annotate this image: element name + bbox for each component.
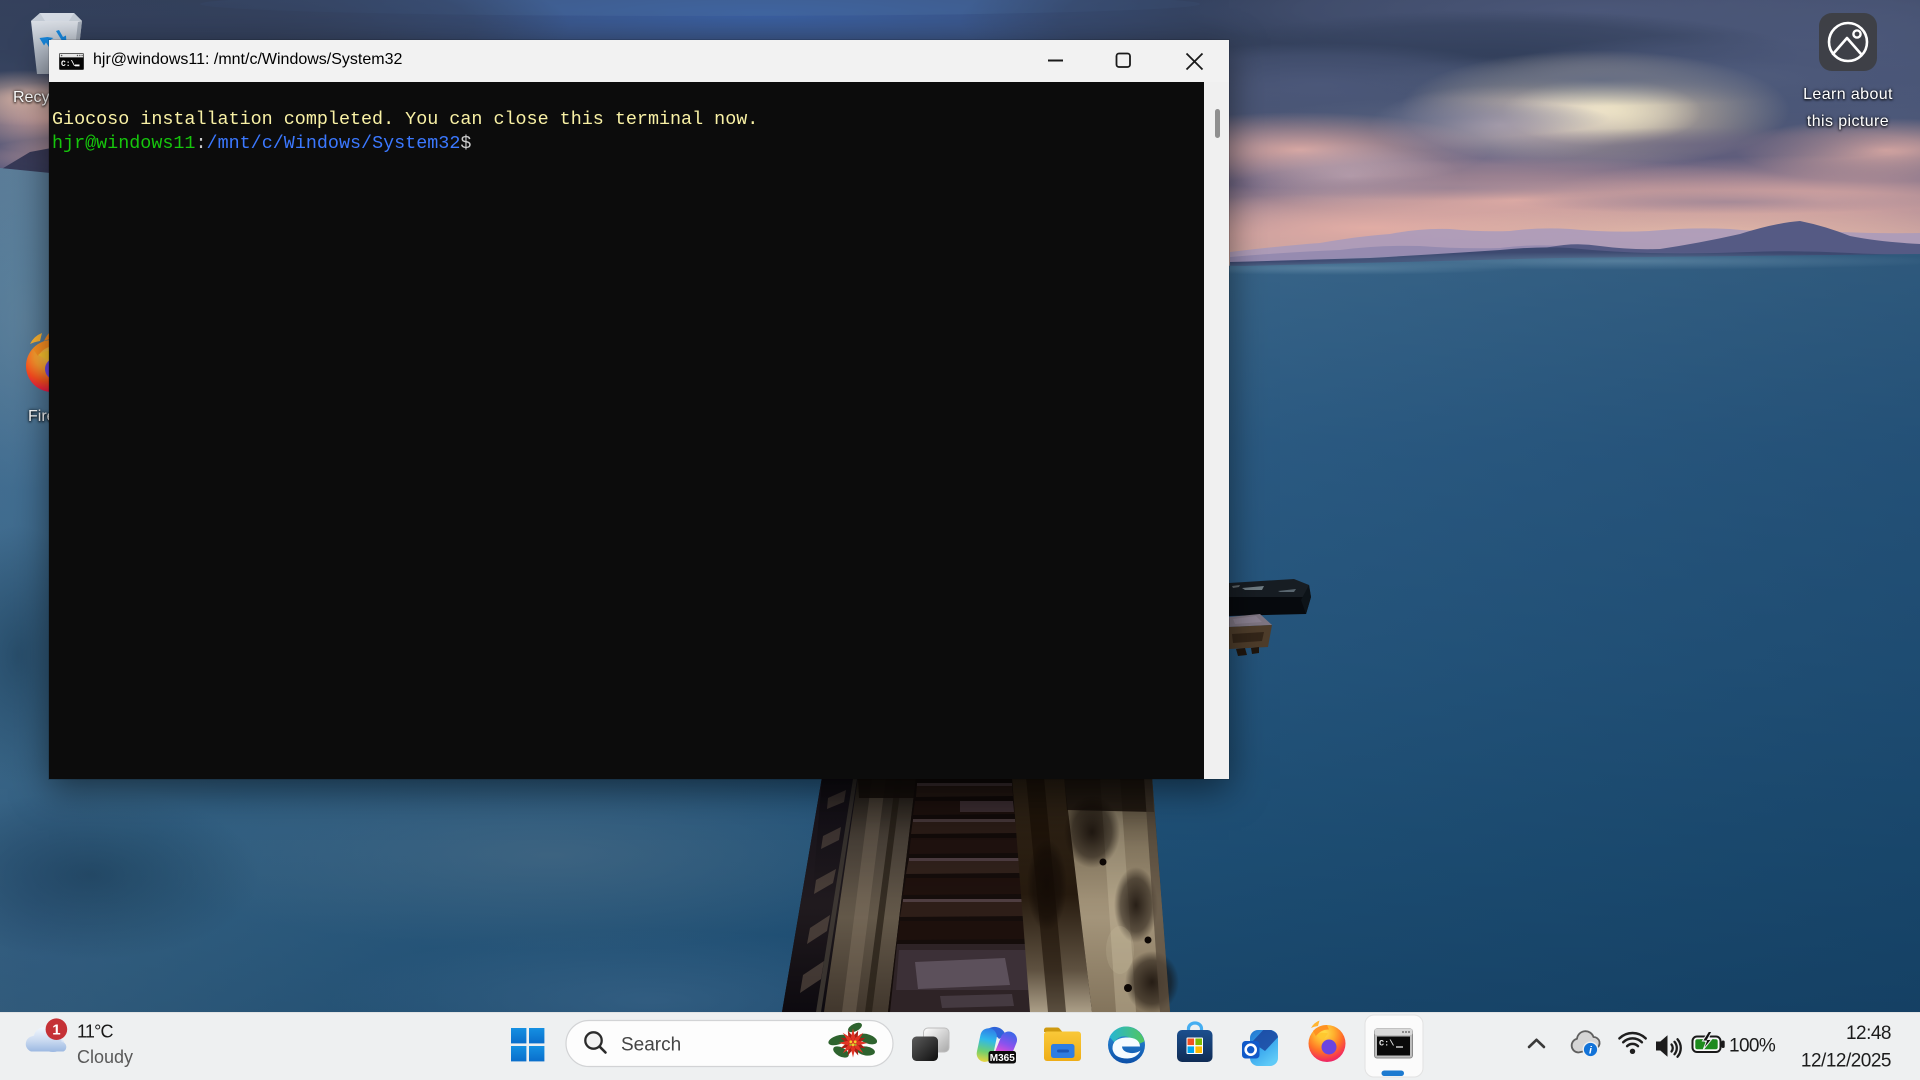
svg-text:Search: Search <box>621 1034 681 1055</box>
svg-text:12:48: 12:48 <box>1846 1023 1891 1044</box>
svg-text:C:\: C:\ <box>61 60 76 69</box>
svg-text:11°C: 11°C <box>77 1022 113 1042</box>
svg-text:100%: 100% <box>1729 1036 1776 1057</box>
svg-text:M365: M365 <box>990 1053 1015 1064</box>
svg-text:C:\: C:\ <box>1379 1039 1394 1049</box>
svg-text:12/12/2025: 12/12/2025 <box>1801 1050 1891 1071</box>
svg-text:1: 1 <box>52 1022 60 1039</box>
svg-text:Cloudy: Cloudy <box>77 1047 133 1067</box>
